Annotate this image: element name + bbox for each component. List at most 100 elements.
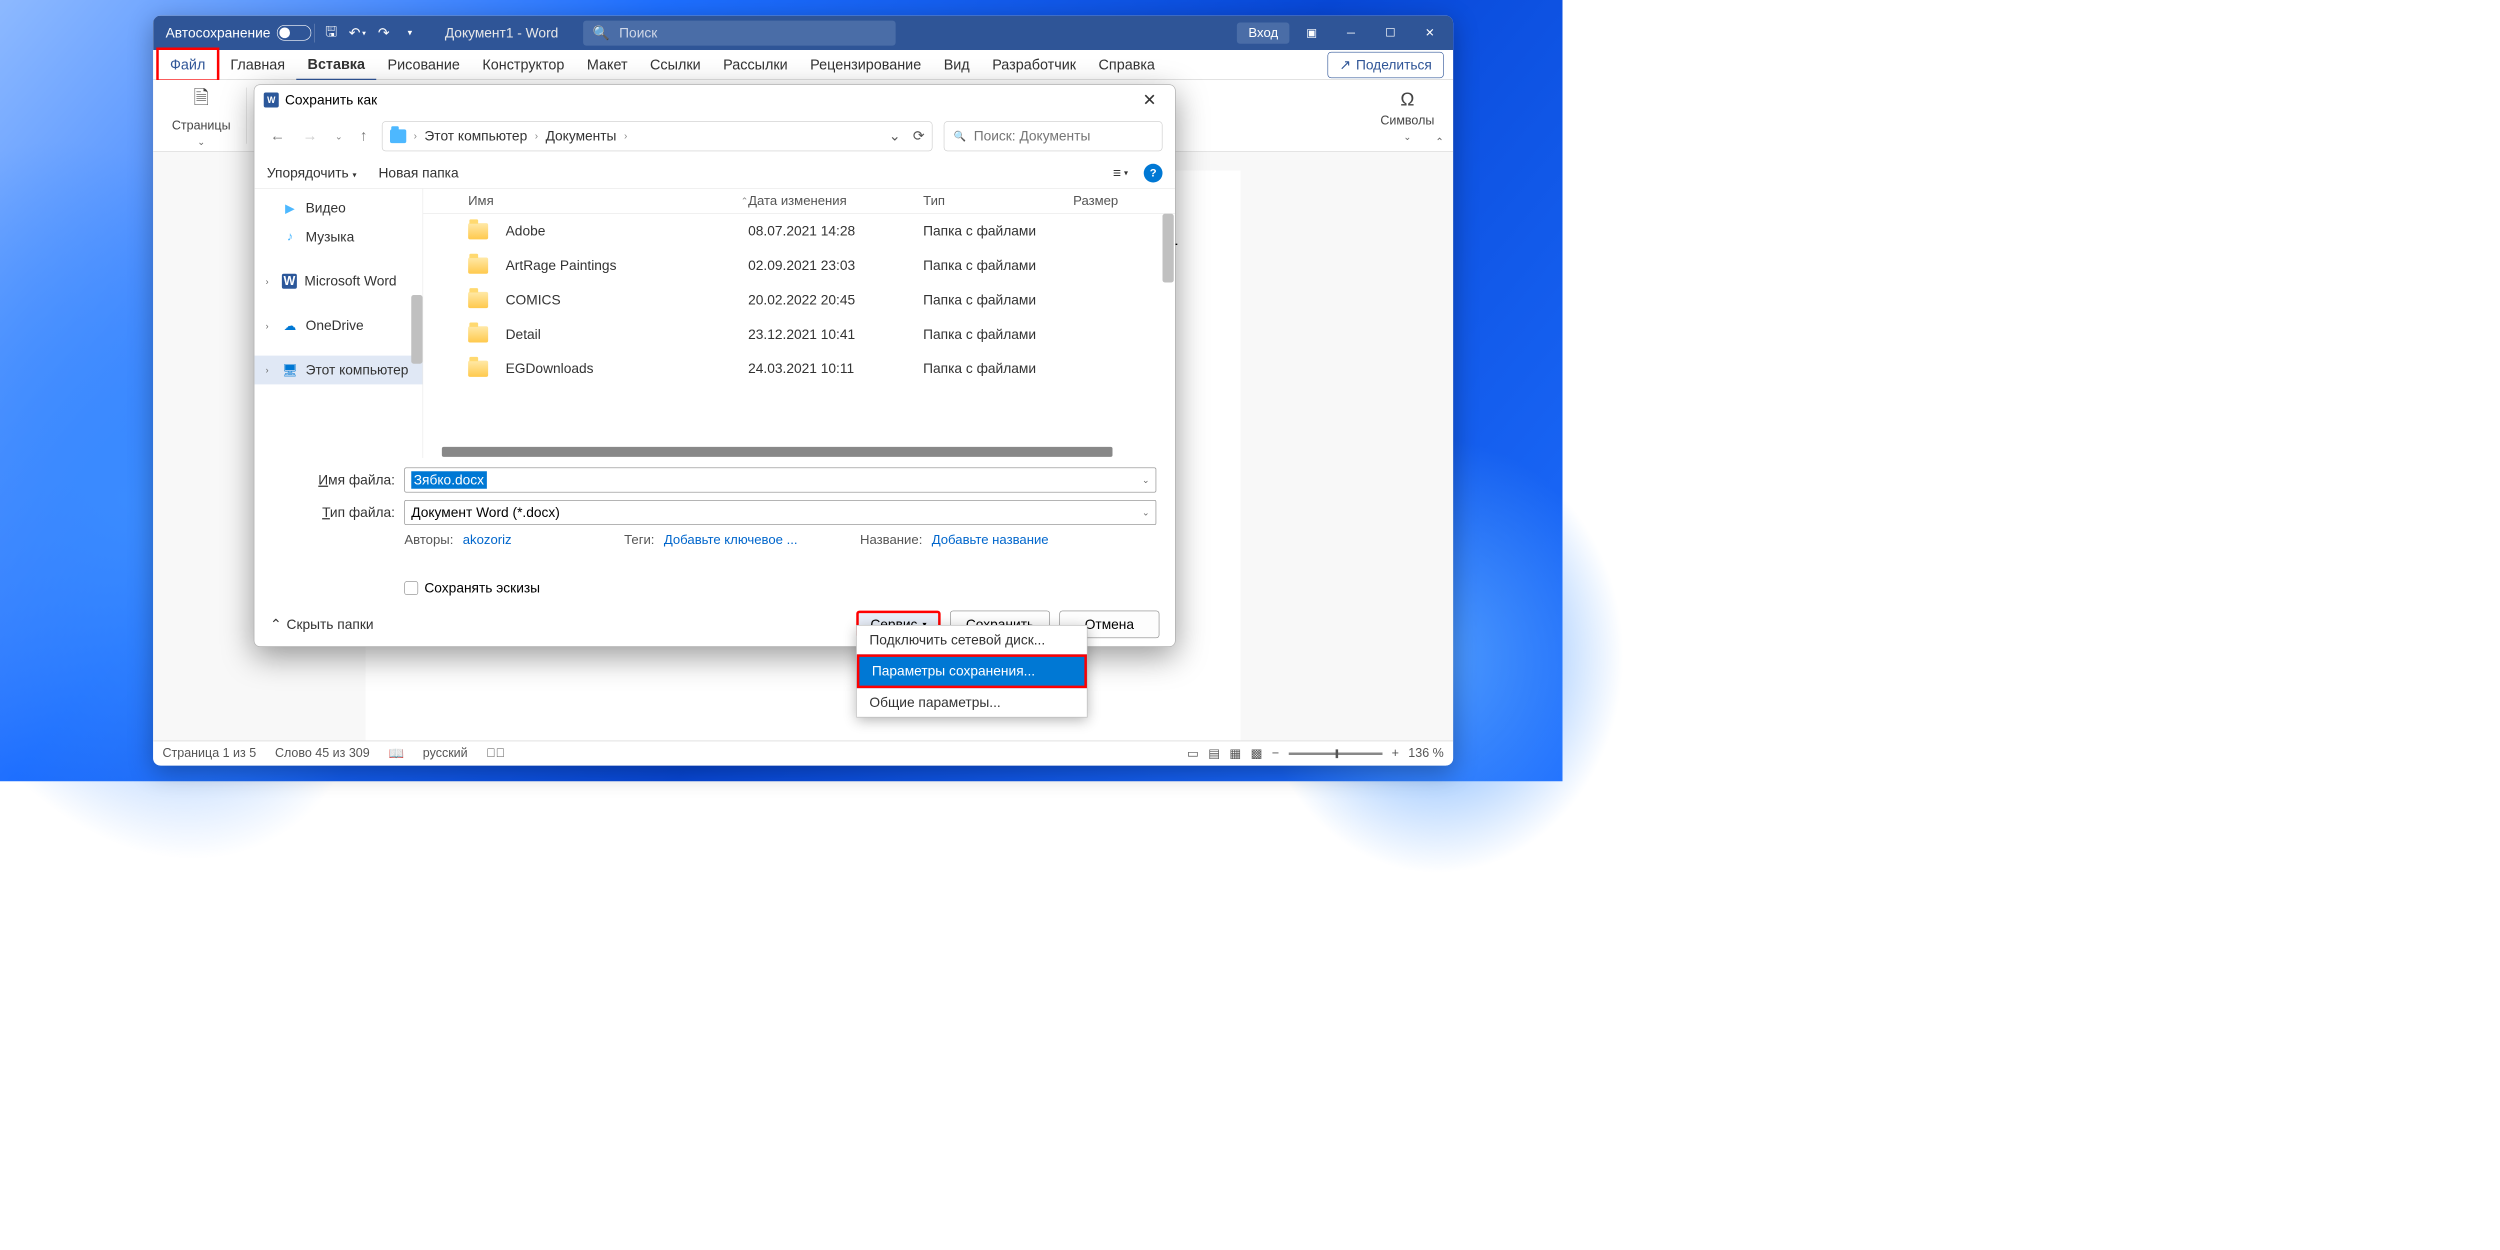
share-icon: ↗ [1339, 57, 1351, 73]
hide-folders-button[interactable]: ⌃Скрыть папки [270, 616, 374, 632]
save-icon[interactable]: 🖫 [318, 20, 344, 45]
tags-input[interactable]: Добавьте ключевое ... [664, 533, 798, 548]
refresh-icon[interactable]: ⟳ [913, 128, 925, 144]
close-icon[interactable]: ✕ [1413, 20, 1447, 45]
scrollbar-horizontal[interactable] [442, 447, 1113, 457]
maximize-icon[interactable]: ☐ [1373, 20, 1407, 45]
chevron-down-icon[interactable]: ⌄ [1142, 475, 1149, 486]
omega-icon: Ω [1400, 89, 1414, 110]
back-icon[interactable]: ← [267, 124, 288, 148]
tab-layout[interactable]: Макет [576, 50, 639, 79]
file-row[interactable]: COMICS20.02.2022 20:45Папка с файлами [423, 283, 1175, 317]
tab-review[interactable]: Рецензирование [799, 50, 933, 79]
up-icon[interactable]: ↑ [357, 124, 371, 148]
accessibility-icon[interactable]: �ோ [486, 746, 505, 760]
chevron-right-icon[interactable]: › [266, 365, 275, 375]
column-date[interactable]: Дата изменения [748, 193, 923, 208]
autosave-toggle[interactable]: Автосохранение [166, 25, 311, 41]
dropdown-item-network-drive[interactable]: Подключить сетевой диск... [857, 626, 1087, 655]
tab-home[interactable]: Главная [219, 50, 296, 79]
breadcrumb-item[interactable]: Этот компьютер [424, 128, 527, 144]
tab-view[interactable]: Вид [932, 50, 981, 79]
file-row[interactable]: ArtRage Paintings02.09.2021 23:03Папка с… [423, 248, 1175, 282]
file-row[interactable]: Adobe08.07.2021 14:28Папка с файлами [423, 214, 1175, 248]
filetype-select[interactable]: Документ Word (*.docx)⌄ [404, 500, 1156, 525]
spellcheck-icon[interactable]: 📖 [388, 746, 404, 762]
focus-mode-icon[interactable]: ▭ [1187, 746, 1199, 762]
document-title: Документ1 - Word [445, 25, 558, 41]
authors-value[interactable]: akozoriz [463, 533, 512, 548]
web-layout-icon[interactable]: ▩ [1251, 746, 1263, 762]
authors-label: Авторы: [404, 533, 453, 548]
column-type[interactable]: Тип [923, 193, 1073, 208]
search-input[interactable] [619, 25, 886, 41]
title-input[interactable]: Добавьте название [932, 533, 1049, 548]
column-size[interactable]: Размер [1073, 193, 1162, 208]
view-mode-button[interactable]: ≡ ▾ [1113, 165, 1128, 181]
symbols-group[interactable]: Ω Символы ⌄ [1371, 86, 1444, 145]
checkbox-icon[interactable] [404, 581, 418, 595]
print-layout-icon[interactable]: ▦ [1229, 746, 1241, 762]
zoom-out-icon[interactable]: − [1272, 746, 1279, 760]
tab-file[interactable]: Файл [156, 48, 219, 82]
save-as-dialog: W Сохранить как ✕ ← → ⌄ ↑ › Этот компьют… [254, 84, 1176, 647]
login-button[interactable]: Вход [1237, 22, 1289, 43]
search-files[interactable]: 🔍 [944, 121, 1163, 151]
help-icon[interactable]: ? [1144, 163, 1163, 182]
share-button[interactable]: ↗Поделиться [1328, 52, 1444, 78]
collapse-ribbon-icon[interactable]: ⌃ [1435, 136, 1443, 149]
zoom-in-icon[interactable]: + [1392, 746, 1399, 760]
zoom-slider[interactable] [1288, 752, 1382, 755]
organize-button[interactable]: Упорядочить ▾ [267, 165, 357, 181]
sidebar-item-this-pc[interactable]: ›🖥Этот компьютер [254, 356, 422, 385]
onedrive-icon: ☁ [282, 318, 298, 334]
read-mode-icon[interactable]: ▤ [1208, 746, 1220, 762]
pages-group[interactable]: 🗎 Страницы ⌄ [163, 81, 240, 151]
ribbon-display-icon[interactable]: ▣ [1294, 20, 1328, 45]
sidebar-item-music[interactable]: ♪Музыка [254, 223, 422, 252]
tab-design[interactable]: Конструктор [471, 50, 575, 79]
recent-chevron-icon[interactable]: ⌄ [332, 128, 346, 145]
folder-icon [468, 257, 488, 273]
chevron-down-icon[interactable]: ⌄ [889, 128, 901, 144]
dropdown-item-general-options[interactable]: Общие параметры... [857, 688, 1087, 717]
tab-help[interactable]: Справка [1087, 50, 1166, 79]
breadcrumb-item[interactable]: Документы [546, 128, 617, 144]
scrollbar[interactable] [1163, 214, 1174, 283]
forward-icon[interactable]: → [299, 124, 320, 148]
search-icon: 🔍 [593, 25, 610, 41]
zoom-level[interactable]: 136 % [1408, 746, 1443, 760]
toggle-switch[interactable] [277, 25, 311, 41]
redo-icon[interactable]: ↷ [370, 20, 396, 45]
tab-draw[interactable]: Рисование [376, 50, 471, 79]
sidebar-item-onedrive[interactable]: ›☁OneDrive [254, 311, 422, 340]
thumbnails-checkbox[interactable]: Сохранять эскизы [273, 580, 1156, 596]
word-count[interactable]: Слово 45 из 309 [275, 746, 370, 760]
tab-developer[interactable]: Разработчик [981, 50, 1087, 79]
sidebar-item-word[interactable]: ›WMicrosoft Word [254, 267, 422, 296]
column-name[interactable]: Имя ⌃ [436, 193, 749, 208]
chevron-up-icon: ⌃ [270, 616, 282, 632]
chevron-right-icon[interactable]: › [266, 276, 275, 286]
filename-input[interactable]: Зябко.docx⌄ [404, 468, 1156, 493]
page-status[interactable]: Страница 1 из 5 [163, 746, 257, 760]
tab-insert[interactable]: Вставка [296, 49, 376, 80]
minimize-icon[interactable]: ─ [1334, 20, 1368, 45]
tab-mailings[interactable]: Рассылки [712, 50, 799, 79]
scrollbar[interactable] [411, 295, 422, 364]
search-box[interactable]: 🔍 [583, 20, 896, 45]
undo-icon[interactable]: ↶▾ [344, 20, 370, 45]
close-icon[interactable]: ✕ [1133, 87, 1165, 113]
tab-references[interactable]: Ссылки [639, 50, 712, 79]
language-status[interactable]: русский [423, 746, 468, 760]
sidebar-item-video[interactable]: ▶Видео [254, 194, 422, 223]
dropdown-item-save-options[interactable]: Параметры сохранения... [857, 654, 1087, 688]
file-row[interactable]: Detail23.12.2021 10:41Папка с файлами [423, 317, 1175, 351]
file-row[interactable]: EGDownloads24.03.2021 10:11Папка с файла… [423, 351, 1175, 385]
chevron-right-icon[interactable]: › [266, 321, 275, 331]
chevron-down-icon[interactable]: ⌄ [1142, 507, 1149, 518]
search-files-input[interactable] [974, 128, 1154, 144]
qat-more-icon[interactable]: ▾ [397, 20, 423, 45]
new-folder-button[interactable]: Новая папка [378, 165, 458, 181]
address-bar[interactable]: › Этот компьютер › Документы › ⌄ ⟳ [382, 121, 933, 151]
